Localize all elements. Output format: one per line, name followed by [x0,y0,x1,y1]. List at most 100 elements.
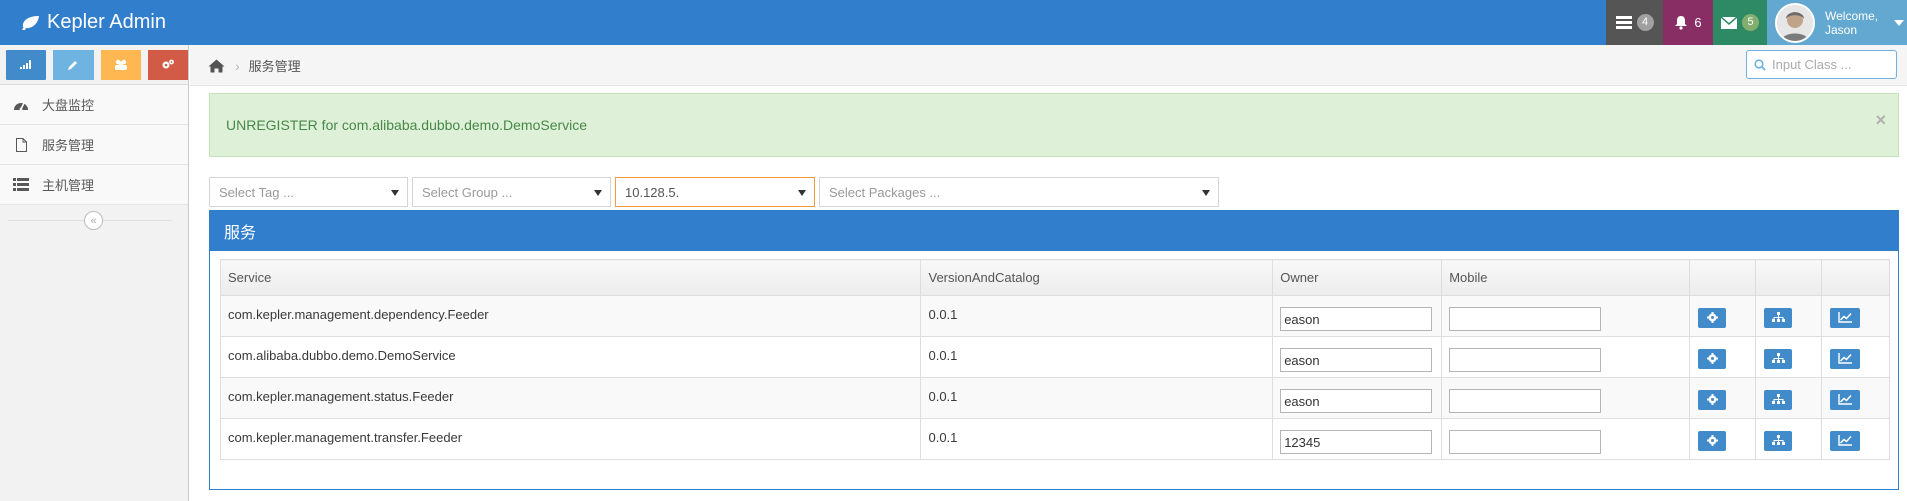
mobile-input[interactable] [1449,430,1602,454]
tasks-menu[interactable]: 4 [1606,0,1663,45]
sitemap-icon [1771,353,1785,363]
mobile-cell [1441,295,1691,337]
host-select-value: 10.128.5. [625,184,680,200]
caret-down-icon [1202,190,1210,196]
settings-button[interactable] [1698,389,1727,410]
chart-button[interactable] [1829,430,1860,451]
cog-icon [1706,353,1718,364]
shortcut-edit-button[interactable] [53,49,94,80]
signal-icon [20,60,32,69]
service-version: 0.0.1 [920,377,1274,419]
dashboard-icon [14,102,28,111]
service-version: 0.0.1 [920,418,1274,460]
sidebar-item-label: 主机管理 [42,178,95,193]
chart-cell [1820,336,1891,378]
alert-close-button[interactable]: × [1875,110,1886,131]
tag-select[interactable]: Select Tag ... [209,177,408,207]
cog-icon [1706,435,1718,446]
chart-cell [1820,418,1891,460]
leaf-icon [22,15,39,30]
messages-badge: 5 [1742,14,1759,31]
search-input[interactable] [1772,57,1882,72]
breadcrumb-separator: › [235,57,240,74]
sidebar-item-label: 大盘监控 [42,98,95,113]
collapse-sidebar-button[interactable]: « [84,211,103,230]
group-select-label: Select Group ... [422,184,513,200]
sitemap-icon [1771,435,1785,445]
settings-button[interactable] [1698,430,1727,451]
packages-select[interactable]: Select Packages ... [819,177,1219,207]
dependency-button[interactable] [1764,430,1793,451]
mobile-cell [1441,377,1691,419]
packages-select-label: Select Packages ... [829,184,941,200]
sidebar-item-hosts[interactable]: 主机管理 [0,165,188,205]
sidebar: 大盘监控 服务管理 主机管理 « [0,45,189,501]
dependency-cell [1755,418,1822,460]
service-version: 0.0.1 [920,295,1274,337]
host-select[interactable]: 10.128.5. [615,177,815,207]
widget-title: 服务 [210,211,1898,251]
pencil-icon [68,60,78,70]
mobile-input[interactable] [1449,348,1602,372]
shortcut-users-button[interactable] [100,49,141,80]
brand-label: Kepler Admin [47,11,166,33]
list-icon [13,178,29,191]
brand[interactable]: Kepler Admin [20,0,166,45]
service-name: com.kepler.management.status.Feeder [219,377,922,419]
line-chart-icon [1838,394,1852,405]
chart-button[interactable] [1829,307,1860,328]
table-row: com.kepler.management.dependency.Feeder … [219,295,1891,337]
col-service: Service [219,259,922,296]
tag-select-label: Select Tag ... [219,184,294,200]
table-row: com.kepler.management.status.Feeder 0.0.… [219,377,1891,419]
dependency-button[interactable] [1764,389,1793,410]
bell-icon [1675,16,1688,30]
sidebar-item-dashboard[interactable]: 大盘监控 [0,85,188,125]
table-row: com.kepler.management.transfer.Feeder 0.… [219,418,1891,460]
table-header-row: Service VersionAndCatalog Owner Mobile [219,259,1891,296]
settings-button[interactable] [1698,307,1727,328]
notifications-menu[interactable]: 6 [1663,0,1713,45]
user-menu[interactable]: Welcome, Jason [1767,0,1907,45]
owner-cell [1272,418,1443,460]
mobile-input[interactable] [1449,307,1602,331]
sidebar-collapse: « [0,205,188,235]
cog-icon [1706,394,1718,405]
notifications-count: 6 [1694,15,1702,30]
dependency-button[interactable] [1764,307,1793,328]
search-box[interactable] [1746,50,1897,79]
group-select[interactable]: Select Group ... [412,177,611,207]
caret-down-icon [594,190,602,196]
mobile-cell [1441,336,1691,378]
sitemap-icon [1771,394,1785,404]
owner-input[interactable] [1280,389,1433,413]
settings-button[interactable] [1698,348,1727,369]
col-action-chart [1820,259,1891,296]
caret-down-icon [1894,19,1905,26]
services-table: Service VersionAndCatalog Owner Mobile c… [219,259,1891,460]
owner-input[interactable] [1280,348,1433,372]
mobile-input[interactable] [1449,389,1602,413]
cog-icon [1706,312,1718,323]
sidebar-item-label: 服务管理 [42,138,95,153]
breadcrumb: › 服务管理 [208,45,301,86]
messages-menu[interactable]: 5 [1713,0,1767,45]
chart-button[interactable] [1829,348,1860,369]
settings-cell [1689,377,1757,419]
sidebar-item-services[interactable]: 服务管理 [0,125,188,165]
chart-cell [1820,377,1891,419]
col-owner: Owner [1272,259,1443,296]
owner-input[interactable] [1280,430,1433,454]
chart-button[interactable] [1829,389,1860,410]
owner-input[interactable] [1280,307,1433,331]
filters-row: Select Tag ... Select Group ... 10.128.5… [209,177,1219,207]
dependency-button[interactable] [1764,348,1793,369]
service-name: com.kepler.management.dependency.Feeder [219,295,922,337]
shortcut-settings-button[interactable] [147,49,188,80]
home-icon[interactable] [208,59,225,73]
settings-cell [1689,336,1757,378]
welcome-label: Welcome, [1825,8,1879,23]
shortcut-stats-button[interactable] [6,49,47,80]
line-chart-icon [1838,435,1852,446]
dependency-cell [1755,336,1822,378]
